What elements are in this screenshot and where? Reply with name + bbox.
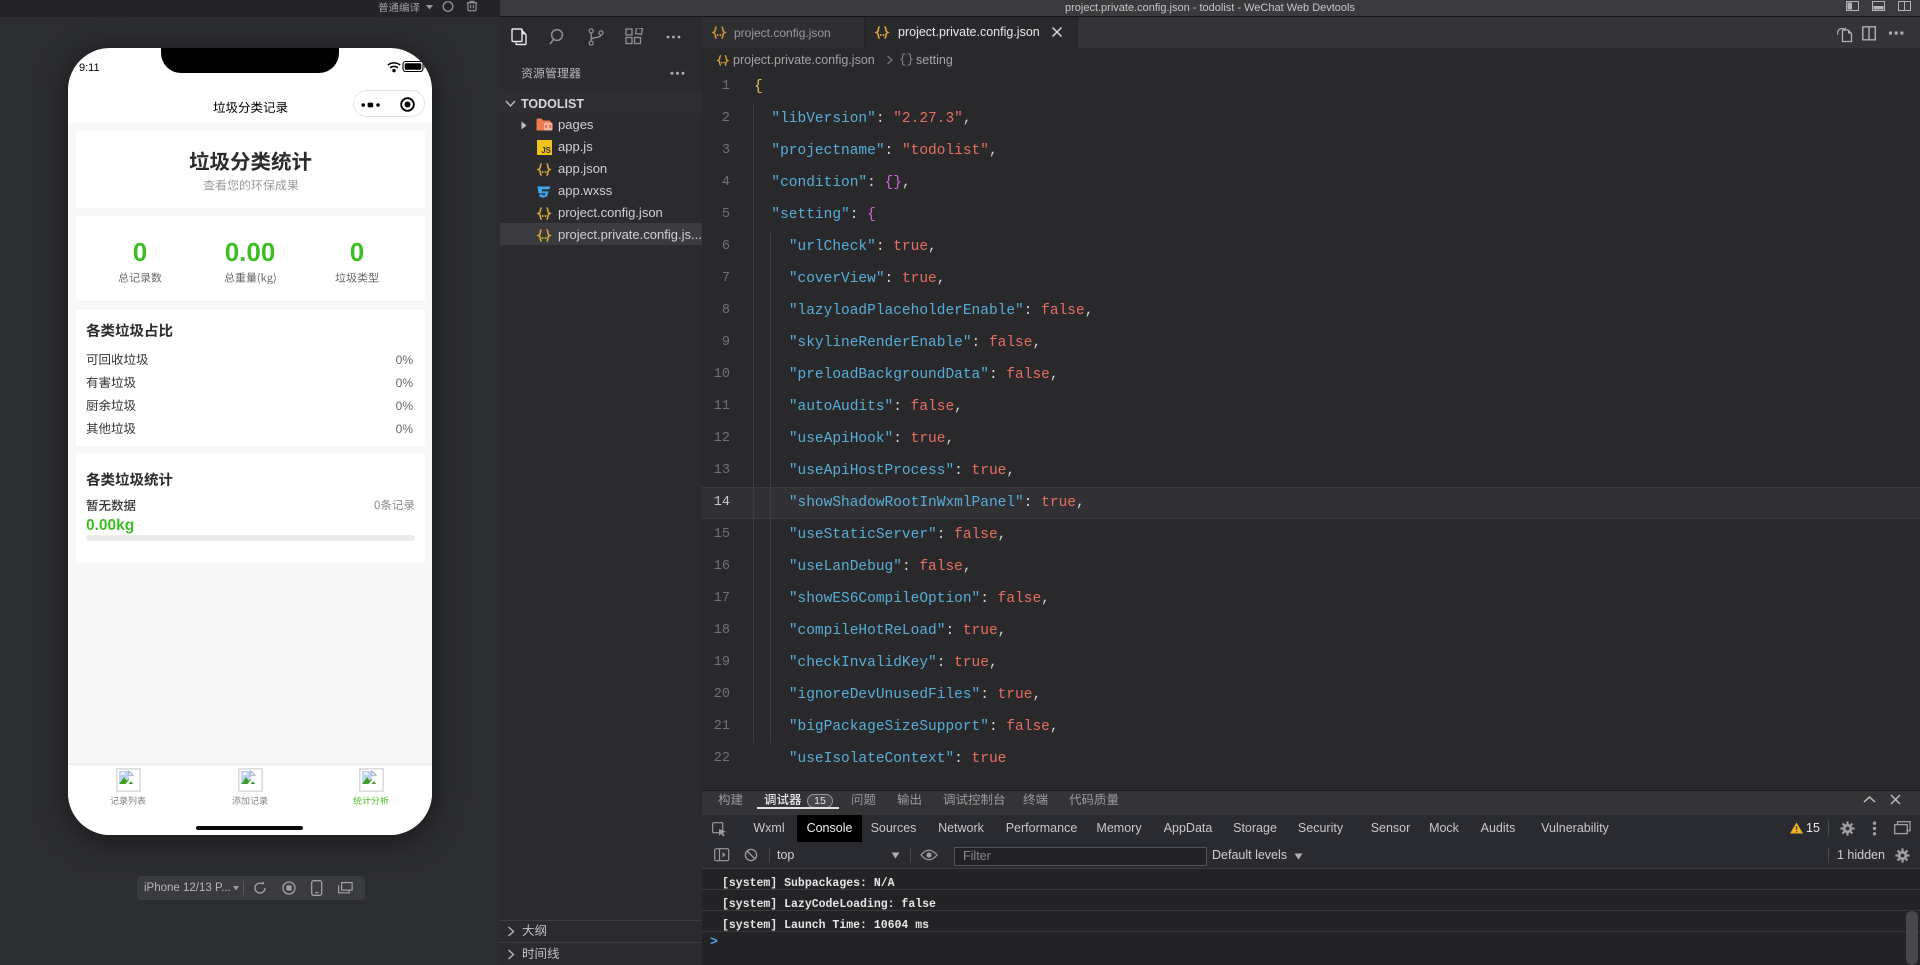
svg-text:JS: JS — [541, 146, 551, 155]
